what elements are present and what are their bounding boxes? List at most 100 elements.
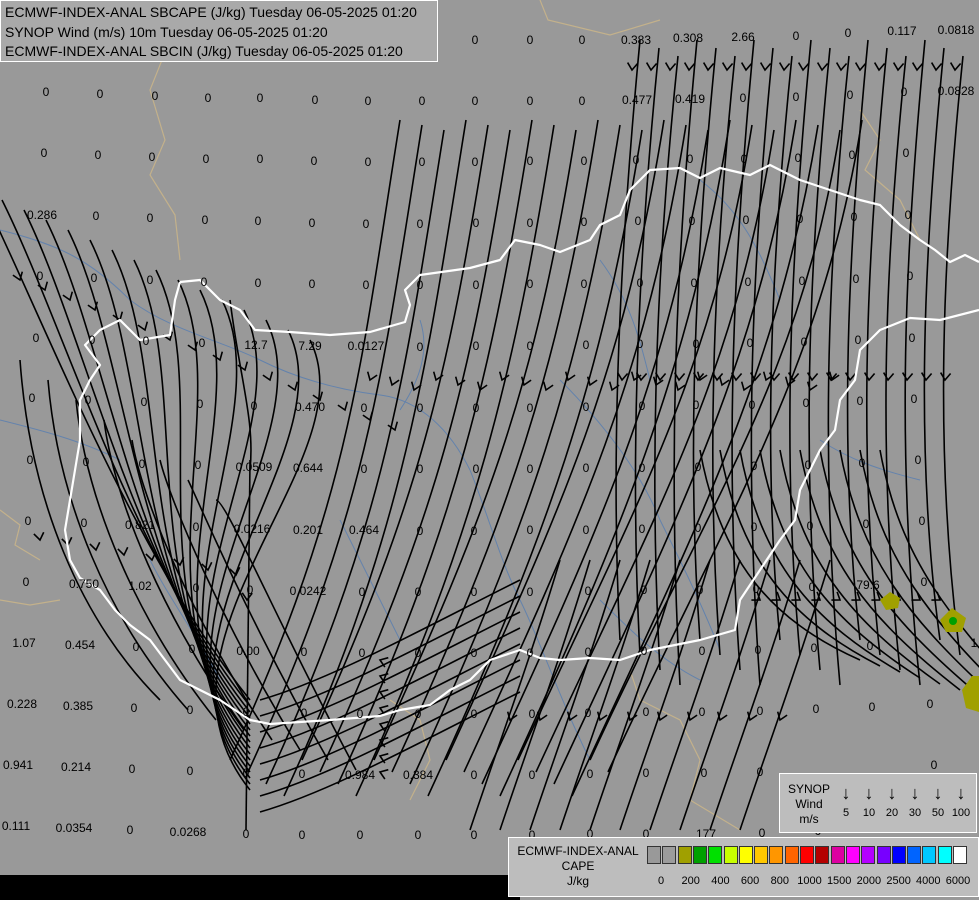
wind-legend-value: 10 (862, 807, 876, 819)
field-value-label: 0.384 (403, 768, 433, 782)
field-value-label: 0 (751, 520, 758, 534)
field-value-label: 0 (247, 583, 254, 597)
field-value-label: 0 (581, 154, 588, 168)
field-value-label: 0 (847, 88, 854, 102)
field-value-label: 0 (903, 146, 910, 160)
cape-color-swatch (907, 846, 922, 864)
field-value-label: 0 (583, 338, 590, 352)
field-value-label: 0 (33, 331, 40, 345)
field-value-label: 0 (471, 585, 478, 599)
field-value-label: 0 (527, 401, 534, 415)
field-value-label: 0 (473, 278, 480, 292)
wind-legend-title-line: SYNOP (787, 782, 830, 796)
field-value-label: 0 (793, 29, 800, 43)
field-value-label: 0 (807, 519, 814, 533)
field-value-label: 0 (472, 33, 479, 47)
field-value-label: 0 (527, 462, 534, 476)
field-value-label: 0 (581, 215, 588, 229)
field-value-label: 0 (243, 766, 250, 780)
field-value-label: 0.286 (27, 208, 57, 222)
wind-legend-item: ↓ 30 (903, 780, 927, 820)
field-value-label: 0 (27, 453, 34, 467)
field-value-label: 0.750 (69, 577, 99, 591)
field-value-label: 0 (193, 581, 200, 595)
field-value-label: 0 (809, 580, 816, 594)
field-value-label: 0 (95, 148, 102, 162)
map-background (0, 0, 979, 900)
field-value-label: 0 (911, 392, 918, 406)
field-value-label: 12.7 (244, 338, 268, 352)
field-value-label: 0 (473, 339, 480, 353)
field-value-label: 0.984 (345, 768, 375, 782)
field-value-label: 0 (749, 398, 756, 412)
field-value-label: 0 (419, 94, 426, 108)
field-value-label: 0 (43, 85, 50, 99)
field-value-label: 0.464 (349, 523, 379, 537)
field-value-label: 0.0127 (348, 339, 385, 353)
down-arrow-icon: ↓ (910, 783, 920, 803)
field-value-label: 0 (415, 828, 422, 842)
field-value-label: 0 (813, 702, 820, 716)
field-value-label: 0.00 (236, 644, 260, 658)
field-value-label: 0.0242 (290, 584, 327, 598)
wind-legend-value: 5 (842, 807, 850, 819)
field-value-label: 0 (693, 398, 700, 412)
field-value-label: 0 (205, 91, 212, 105)
field-value-label: 0 (691, 276, 698, 290)
cape-color-swatch (953, 846, 967, 864)
field-value-label: 0 (927, 697, 934, 711)
field-value-label: 0 (141, 395, 148, 409)
field-value-label: 0 (801, 335, 808, 349)
field-value-label: 0 (199, 336, 206, 350)
field-value-label: 0.644 (293, 461, 323, 475)
field-value-label: 0 (527, 94, 534, 108)
map-header: ECMWF-INDEX-ANAL SBCAPE (J/kg) Tuesday 0… (0, 0, 438, 62)
field-value-label: 0 (197, 397, 204, 411)
field-value-label: 0 (901, 85, 908, 99)
field-value-label: 0 (417, 462, 424, 476)
field-value-label: 0 (583, 400, 590, 414)
field-value-label: 0 (845, 26, 852, 40)
cape-color-swatch (876, 846, 891, 864)
field-value-label: 0 (639, 399, 646, 413)
down-arrow-icon: ↓ (956, 783, 966, 803)
field-value-label: 0 (417, 340, 424, 354)
wind-legend-title: SYNOP Wind m/s (784, 782, 834, 827)
wind-legend-value: 50 (931, 807, 945, 819)
field-value-label: 0 (853, 272, 860, 286)
field-value-label: 0 (921, 575, 928, 589)
wind-legend-value: 20 (885, 807, 899, 819)
field-value-label: 0 (311, 154, 318, 168)
field-value-label: 0 (585, 706, 592, 720)
field-value-label: 0 (97, 87, 104, 101)
field-value-label: 0 (527, 523, 534, 537)
field-value-label: 0 (581, 277, 588, 291)
field-value-label: 0 (909, 331, 916, 345)
field-value-label: 0 (359, 585, 366, 599)
field-value-label: 0 (745, 275, 752, 289)
cape-legend: ECMWF-INDEX-ANAL CAPE J/kg 0 200 400 600 800… (508, 837, 979, 897)
field-value-label: 0 (907, 269, 914, 283)
field-value-label: 0 (471, 828, 478, 842)
field-value-label: 0 (257, 91, 264, 105)
field-value-label: 0 (471, 646, 478, 660)
field-value-label: 0 (29, 391, 36, 405)
field-value-label: 0 (527, 646, 534, 660)
field-value-label: 0 (255, 276, 262, 290)
down-arrow-icon: ↓ (841, 783, 851, 803)
field-value-label: 0 (417, 217, 424, 231)
field-value-label: 0.111 (2, 819, 31, 833)
field-value-label: 0 (251, 399, 258, 413)
wind-legend-item: ↓ 10 (857, 780, 881, 820)
wind-legend-item: ↓ 50 (926, 780, 950, 820)
cape-color-swatch (723, 846, 738, 864)
field-value-label: 0 (633, 153, 640, 167)
field-value-label: 0 (867, 639, 874, 653)
field-value-label: 0 (419, 155, 426, 169)
field-value-label: 0 (189, 642, 196, 656)
cape-color-swatch (800, 846, 814, 864)
field-value-label: 0 (751, 459, 758, 473)
field-value-label: 0 (187, 764, 194, 778)
field-value-label: 0 (757, 704, 764, 718)
field-value-label: 0 (363, 278, 370, 292)
